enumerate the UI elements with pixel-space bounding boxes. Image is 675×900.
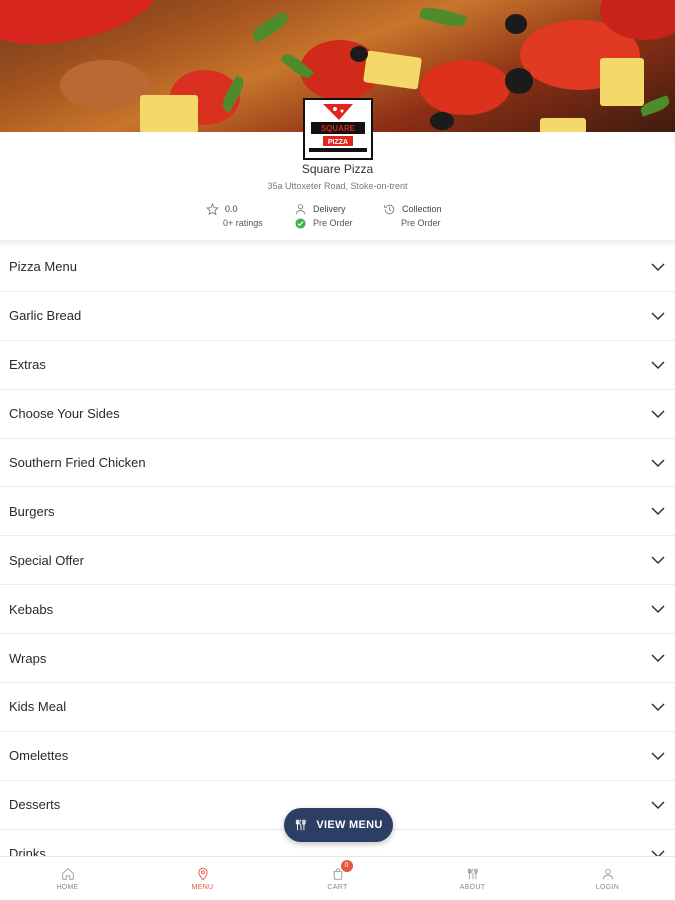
history-clock-icon xyxy=(382,202,396,216)
nav-login[interactable]: LOGIN xyxy=(540,857,675,900)
nav-about-label: ABOUT xyxy=(459,883,486,891)
category-label: Garlic Bread xyxy=(9,308,82,324)
category-kids-meal[interactable]: Kids Meal xyxy=(0,683,675,732)
nav-home-label: HOME xyxy=(56,883,79,891)
category-special-offer[interactable]: Special Offer xyxy=(0,536,675,586)
chevron-down-icon xyxy=(649,454,667,472)
category-label: Kids Meal xyxy=(9,699,67,715)
check-circle-icon xyxy=(293,216,307,230)
collection-block[interactable]: Collection Pre Order xyxy=(382,202,442,230)
restaurant-logo: SQUARE PIZZA xyxy=(303,98,373,160)
cutlery-icon xyxy=(294,818,308,832)
cutlery-icon xyxy=(466,867,480,881)
bottom-navigation: HOME MENU 0 CART ABOUT LOGIN xyxy=(0,856,675,900)
svg-text:SQUARE: SQUARE xyxy=(321,124,356,133)
category-label: Extras xyxy=(9,357,46,373)
chevron-down-icon xyxy=(649,747,667,765)
category-label: Kebabs xyxy=(9,601,54,617)
category-label: Choose Your Sides xyxy=(9,406,120,422)
chevron-down-icon xyxy=(649,356,667,374)
category-choose-your-sides[interactable]: Choose Your Sides xyxy=(0,390,675,439)
chevron-down-icon xyxy=(649,405,667,423)
user-icon xyxy=(601,867,615,881)
rating-block: 0.0 0+ ratings xyxy=(205,202,263,230)
menu-category-list: Pizza Menu Garlic Bread Extras Choose Yo… xyxy=(0,243,675,879)
location-pin-icon xyxy=(196,867,210,881)
chevron-down-icon xyxy=(649,796,667,814)
view-menu-label: VIEW MENU xyxy=(316,819,383,831)
category-extras[interactable]: Extras xyxy=(0,341,675,390)
chevron-down-icon xyxy=(649,600,667,618)
person-icon xyxy=(293,202,307,216)
category-omelettes[interactable]: Omelettes xyxy=(0,732,675,781)
category-garlic-bread[interactable]: Garlic Bread xyxy=(0,292,675,341)
restaurant-name: Square Pizza xyxy=(301,162,374,176)
nav-cart[interactable]: 0 CART xyxy=(270,857,405,900)
nav-menu[interactable]: MENU xyxy=(135,857,270,900)
category-label: Omelettes xyxy=(9,748,69,764)
cart-count-badge: 0 xyxy=(340,860,353,872)
svg-text:PIZZA: PIZZA xyxy=(328,139,348,146)
category-wraps[interactable]: Wraps xyxy=(0,634,675,684)
nav-menu-label: MENU xyxy=(191,883,214,891)
category-kebabs[interactable]: Kebabs xyxy=(0,585,675,635)
chevron-down-icon xyxy=(649,551,667,569)
ratings-count: 0+ ratings xyxy=(223,218,263,228)
category-southern-fried-chicken[interactable]: Southern Fried Chicken xyxy=(0,439,675,488)
chevron-down-icon xyxy=(649,649,667,667)
category-label: Burgers xyxy=(9,503,55,519)
nav-cart-label: CART xyxy=(327,883,348,891)
delivery-block[interactable]: Delivery Pre Order xyxy=(293,202,353,230)
category-label: Southern Fried Chicken xyxy=(9,455,146,470)
chevron-down-icon xyxy=(649,258,667,276)
view-menu-button[interactable]: VIEW MENU xyxy=(284,808,393,842)
home-icon xyxy=(61,867,75,881)
category-label: Desserts xyxy=(9,797,61,813)
category-label: Pizza Menu xyxy=(9,259,77,275)
nav-login-label: LOGIN xyxy=(595,883,620,891)
collection-status: Pre Order xyxy=(401,218,441,228)
chevron-down-icon xyxy=(649,502,667,520)
nav-about[interactable]: ABOUT xyxy=(405,857,540,900)
category-label: Wraps xyxy=(9,650,47,666)
restaurant-address: 35a Uttoxeter Road, Stoke-on-trent xyxy=(267,181,408,191)
chevron-down-icon xyxy=(649,307,667,325)
category-burgers[interactable]: Burgers xyxy=(0,487,675,537)
chevron-down-icon xyxy=(649,698,667,716)
category-pizza-menu[interactable]: Pizza Menu xyxy=(0,243,675,292)
delivery-label: Delivery xyxy=(313,204,346,214)
star-icon xyxy=(205,202,219,216)
collection-label: Collection xyxy=(402,204,442,214)
nav-home[interactable]: HOME xyxy=(0,857,135,900)
category-label: Special Offer xyxy=(9,552,84,568)
rating-value: 0.0 xyxy=(225,204,238,214)
delivery-status: Pre Order xyxy=(313,218,353,228)
